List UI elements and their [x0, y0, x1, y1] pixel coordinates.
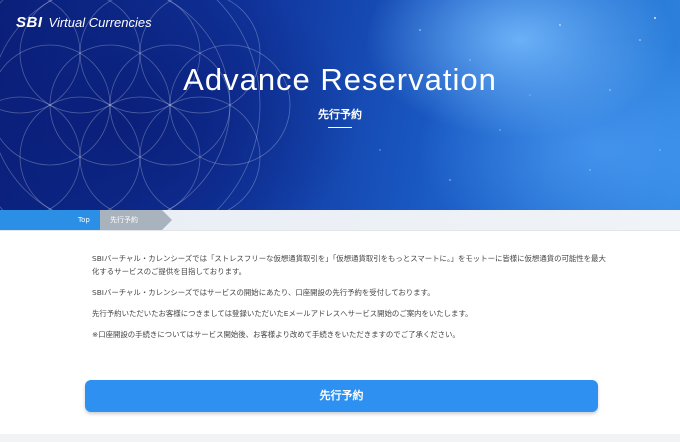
email-notice-paragraph: 先行予約いただいたお客様につきましては登録いただいたEメールアドレスへサービス開…	[92, 309, 473, 318]
breadcrumb-item-current: 先行予約	[100, 210, 172, 230]
main-content: SBIバーチャル・カレンシーズでは「ストレスフリーな仮想通貨取引を」「仮想通貨取…	[92, 252, 612, 349]
breadcrumb-item-top[interactable]: Top	[0, 210, 118, 230]
account-note-paragraph: ※口座開設の手続きについてはサービス開始後、お客様より改めて手続きをいただきます…	[92, 330, 460, 339]
intro-paragraph: SBIバーチャル・カレンシーズでは「ストレスフリーな仮想通貨取引を」「仮想通貨取…	[92, 254, 606, 276]
reservation-paragraph: SBIバーチャル・カレンシーズではサービスの開始にあたり、口座開設の先行予約を受…	[92, 288, 435, 297]
page-subtitle: 先行予約	[318, 108, 362, 121]
logo-text: Virtual Currencies	[48, 15, 152, 30]
hero-banner: SBI Virtual Currencies Advance Reservati…	[0, 0, 680, 210]
footer-band	[0, 434, 680, 442]
reserve-button[interactable]: 先行予約	[85, 380, 598, 412]
site-logo[interactable]: SBI Virtual Currencies	[16, 14, 152, 31]
title-divider	[328, 127, 352, 128]
page-title: Advance Reservation	[183, 62, 497, 97]
flower-of-life-pattern	[0, 0, 661, 210]
breadcrumb: Top 先行予約	[0, 210, 680, 231]
logo-brand: SBI	[16, 14, 43, 31]
